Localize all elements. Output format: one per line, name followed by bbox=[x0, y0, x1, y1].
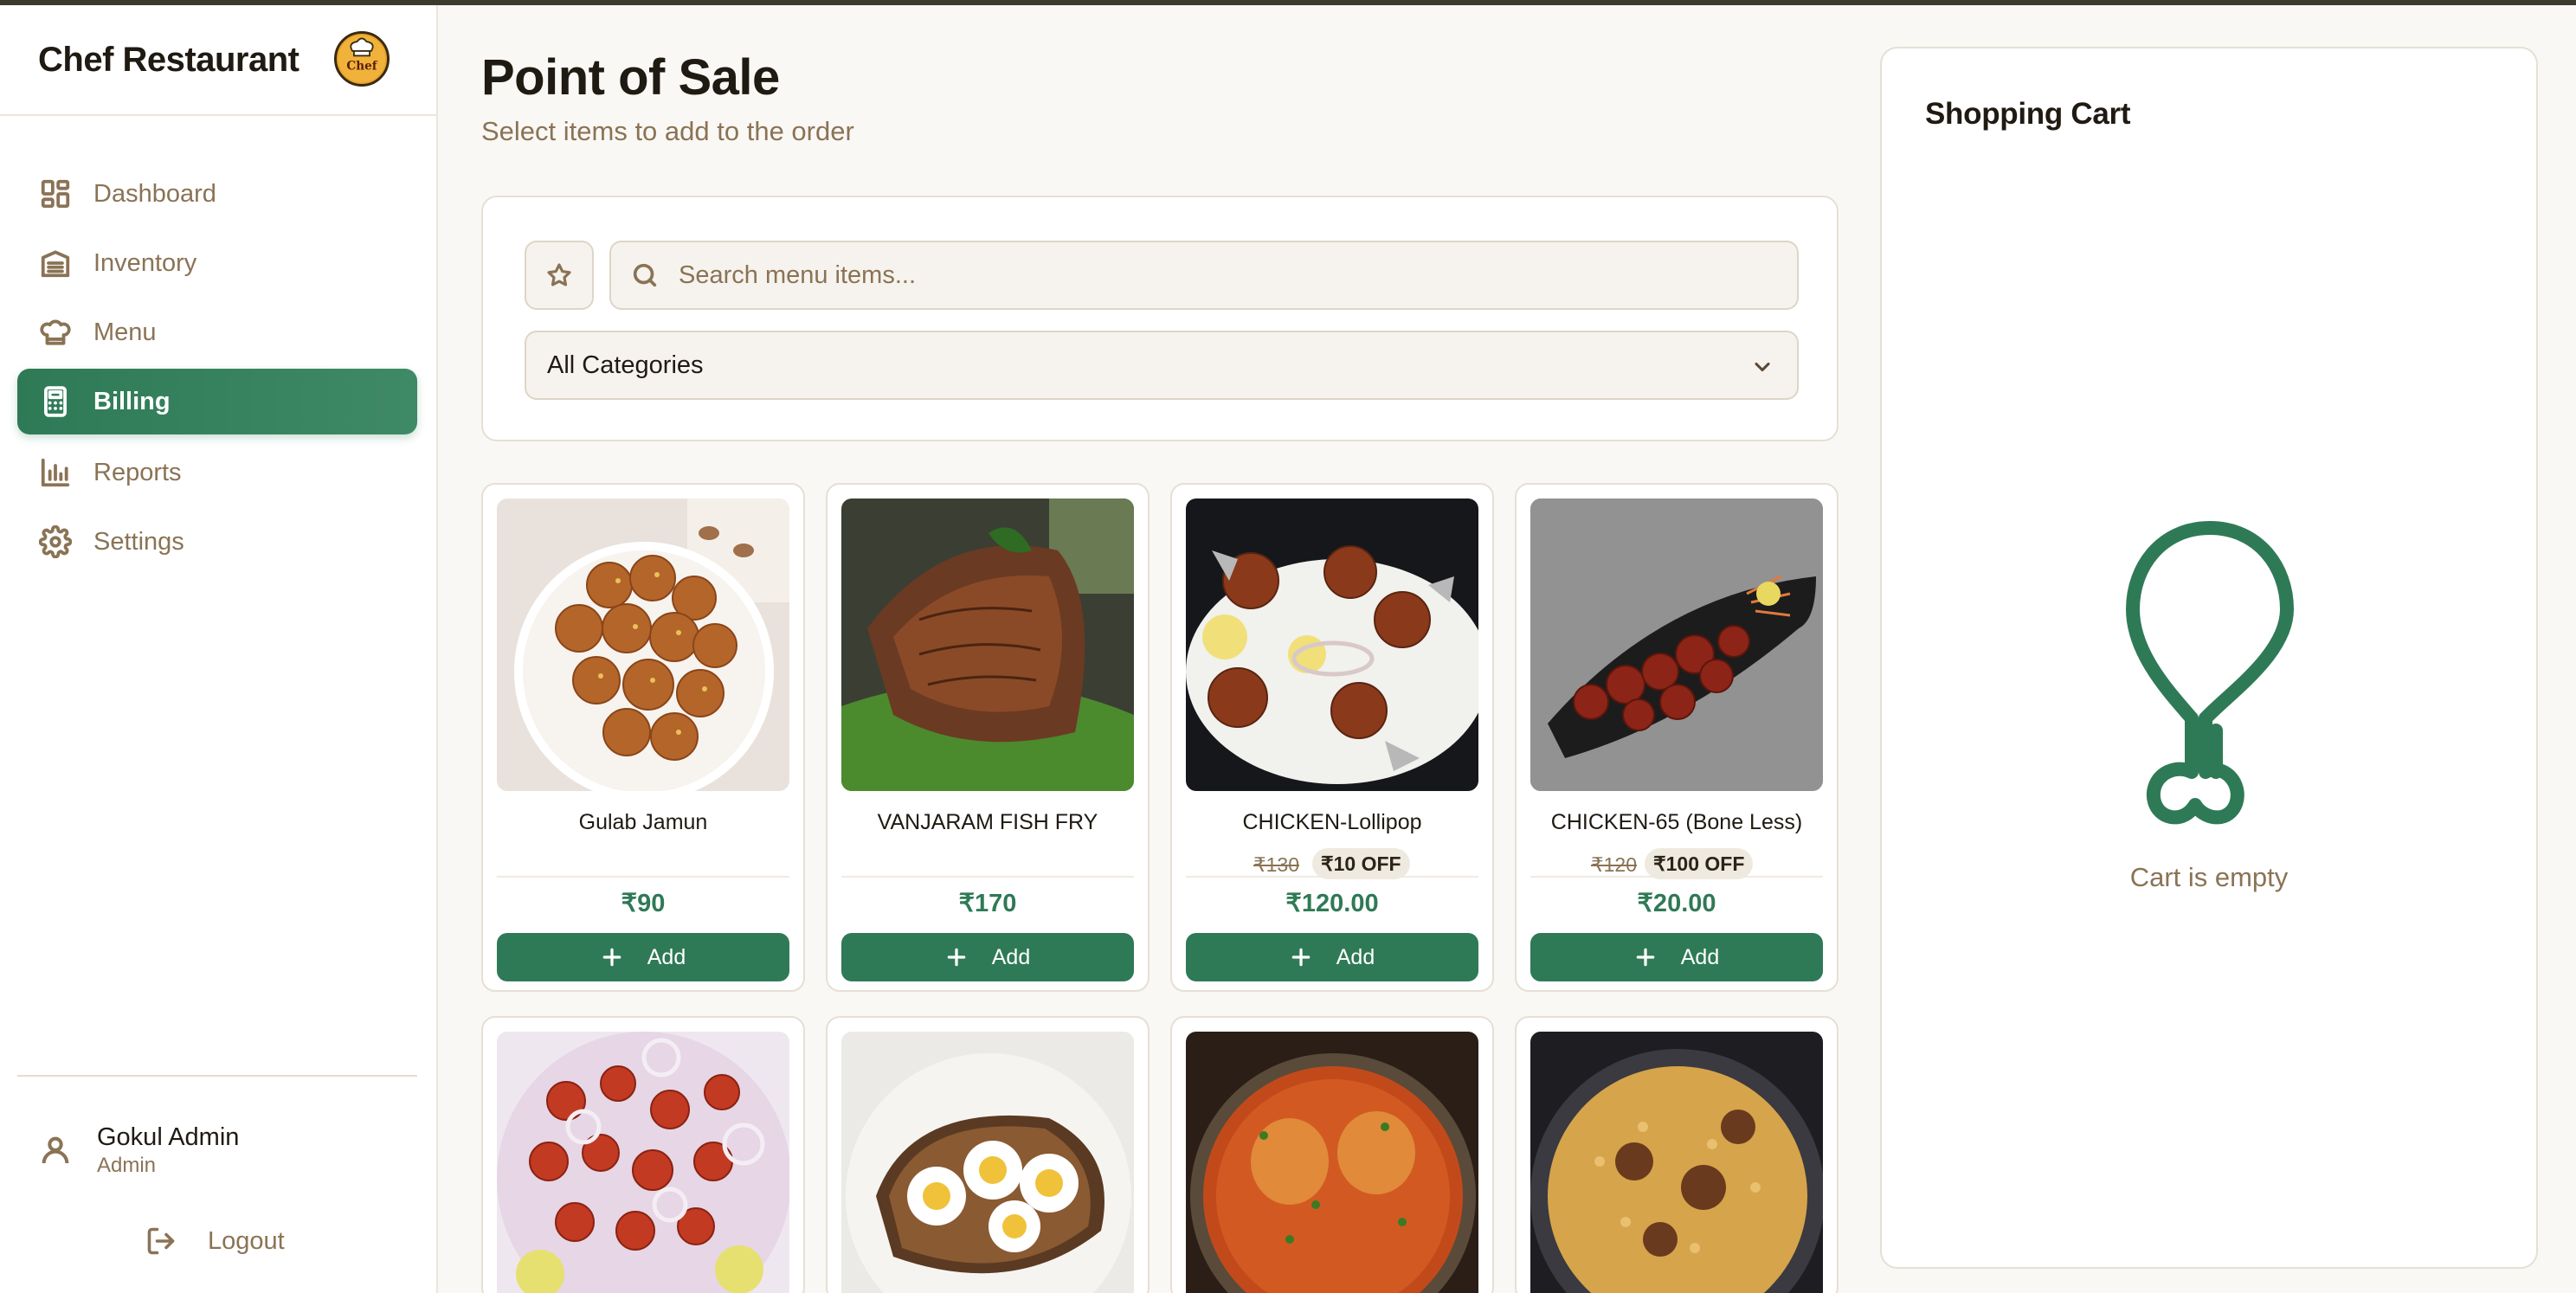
favorites-toggle-button[interactable] bbox=[525, 241, 594, 310]
product-name: CHICKEN-65 (Bone Less) bbox=[1550, 810, 1803, 834]
star-icon bbox=[547, 263, 571, 286]
add-to-cart-button[interactable]: Add bbox=[1530, 933, 1823, 981]
category-selected-value: All Categories bbox=[547, 351, 704, 379]
chef-logo-icon: Chef bbox=[334, 31, 390, 87]
dashboard-icon bbox=[38, 177, 73, 211]
product-image-vanjaram-fish-fry bbox=[841, 499, 1134, 791]
product-card bbox=[1515, 1016, 1839, 1293]
product-image bbox=[841, 1032, 1134, 1293]
svg-text:Chef: Chef bbox=[346, 60, 377, 74]
product-image bbox=[1530, 1032, 1823, 1293]
sidebar-item-inventory[interactable]: Inventory bbox=[17, 230, 417, 296]
logout-icon bbox=[147, 1227, 175, 1255]
product-card: Gulab Jamun ₹90 Add bbox=[481, 483, 805, 992]
plus-icon bbox=[1291, 948, 1311, 967]
sidebar-item-label: Billing bbox=[93, 387, 171, 415]
product-name: VANJARAM FISH FRY bbox=[877, 810, 1098, 834]
discount-badge: ₹100 OFF bbox=[1645, 848, 1754, 879]
add-to-cart-button[interactable]: Add bbox=[841, 933, 1134, 981]
product-price: ₹90 bbox=[621, 890, 666, 917]
bar-chart-icon bbox=[38, 455, 73, 490]
chevron-down-icon bbox=[1755, 362, 1770, 372]
app-name: Chef Restaurant bbox=[38, 40, 299, 79]
brand-header: Chef Restaurant Chef bbox=[0, 5, 436, 116]
calculator-icon bbox=[38, 384, 73, 419]
logout-button[interactable]: Logout bbox=[145, 1225, 285, 1257]
product-image-gulab-jamun bbox=[497, 499, 789, 791]
product-price: ₹170 bbox=[958, 890, 1017, 917]
user-role: Admin bbox=[97, 1154, 157, 1177]
search-input[interactable] bbox=[679, 261, 1769, 290]
product-image bbox=[1186, 1032, 1478, 1293]
logout-label: Logout bbox=[208, 1226, 285, 1255]
filter-card: All Categories bbox=[481, 196, 1839, 441]
product-card: VANJARAM FISH FRY ₹170 Add bbox=[826, 483, 1150, 992]
sidebar-item-dashboard[interactable]: Dashboard bbox=[17, 161, 417, 227]
plus-icon bbox=[1636, 948, 1655, 967]
user-name: Gokul Admin bbox=[97, 1123, 240, 1151]
cart-title: Shopping Cart bbox=[1925, 97, 2131, 131]
sidebar-item-settings[interactable]: Settings bbox=[17, 509, 417, 575]
sidebar-item-reports[interactable]: Reports bbox=[17, 440, 417, 505]
card-divider bbox=[841, 876, 1134, 878]
add-button-label: Add bbox=[991, 944, 1031, 969]
page-title: Point of Sale bbox=[481, 49, 780, 106]
product-card bbox=[826, 1016, 1150, 1293]
add-button-label: Add bbox=[1336, 944, 1375, 969]
product-card bbox=[481, 1016, 805, 1293]
add-button-label: Add bbox=[1680, 944, 1720, 969]
cart-empty-message: Cart is empty bbox=[2129, 862, 2289, 892]
discount-badge: ₹10 OFF bbox=[1312, 848, 1410, 879]
sidebar-item-billing[interactable]: Billing bbox=[17, 369, 417, 434]
sidebar-item-label: Menu bbox=[93, 318, 157, 346]
sidebar-item-menu[interactable]: Menu bbox=[17, 299, 417, 365]
sidebar-item-label: Dashboard bbox=[93, 179, 216, 208]
shopping-cart-panel: Shopping Cart Cart is empty bbox=[1880, 47, 2538, 1269]
page-subtitle: Select items to add to the order bbox=[481, 116, 854, 146]
plus-icon bbox=[947, 948, 966, 967]
sidebar: Chef Restaurant Chef Dashboard Inventory bbox=[0, 5, 438, 1293]
product-card: CHICKEN-Lollipop ₹130 ₹10 OFF ₹120.00 Ad… bbox=[1170, 483, 1494, 992]
product-image-chicken-65 bbox=[1530, 499, 1823, 791]
product-name: Gulab Jamun bbox=[578, 810, 708, 834]
sidebar-item-label: Settings bbox=[93, 527, 184, 556]
product-name: CHICKEN-Lollipop bbox=[1242, 810, 1422, 834]
product-price: ₹120.00 bbox=[1285, 890, 1379, 917]
add-to-cart-button[interactable]: Add bbox=[1186, 933, 1478, 981]
drumstick-icon bbox=[2121, 516, 2299, 879]
product-card: CHICKEN-65 (Bone Less) ₹120 ₹100 OFF ₹20… bbox=[1515, 483, 1839, 992]
product-image-chicken-lollipop bbox=[1186, 499, 1478, 791]
product-image bbox=[497, 1032, 789, 1293]
card-divider bbox=[497, 876, 789, 878]
sidebar-divider bbox=[17, 1075, 417, 1077]
sidebar-item-label: Reports bbox=[93, 458, 182, 486]
gear-icon bbox=[38, 524, 73, 559]
warehouse-icon bbox=[38, 246, 73, 280]
sidebar-item-label: Inventory bbox=[93, 248, 197, 277]
search-icon bbox=[633, 263, 657, 287]
add-button-label: Add bbox=[647, 944, 686, 969]
search-box bbox=[609, 241, 1799, 310]
plus-icon bbox=[602, 948, 621, 967]
category-select[interactable]: All Categories bbox=[525, 331, 1799, 400]
original-price: ₹120 bbox=[1591, 853, 1638, 876]
user-icon bbox=[42, 1136, 69, 1164]
original-price: ₹130 bbox=[1253, 853, 1300, 876]
chef-hat-icon bbox=[38, 315, 73, 350]
product-card bbox=[1170, 1016, 1494, 1293]
user-profile: Gokul Admin Admin bbox=[38, 1122, 239, 1179]
add-to-cart-button[interactable]: Add bbox=[497, 933, 789, 981]
product-price: ₹20.00 bbox=[1637, 890, 1716, 917]
